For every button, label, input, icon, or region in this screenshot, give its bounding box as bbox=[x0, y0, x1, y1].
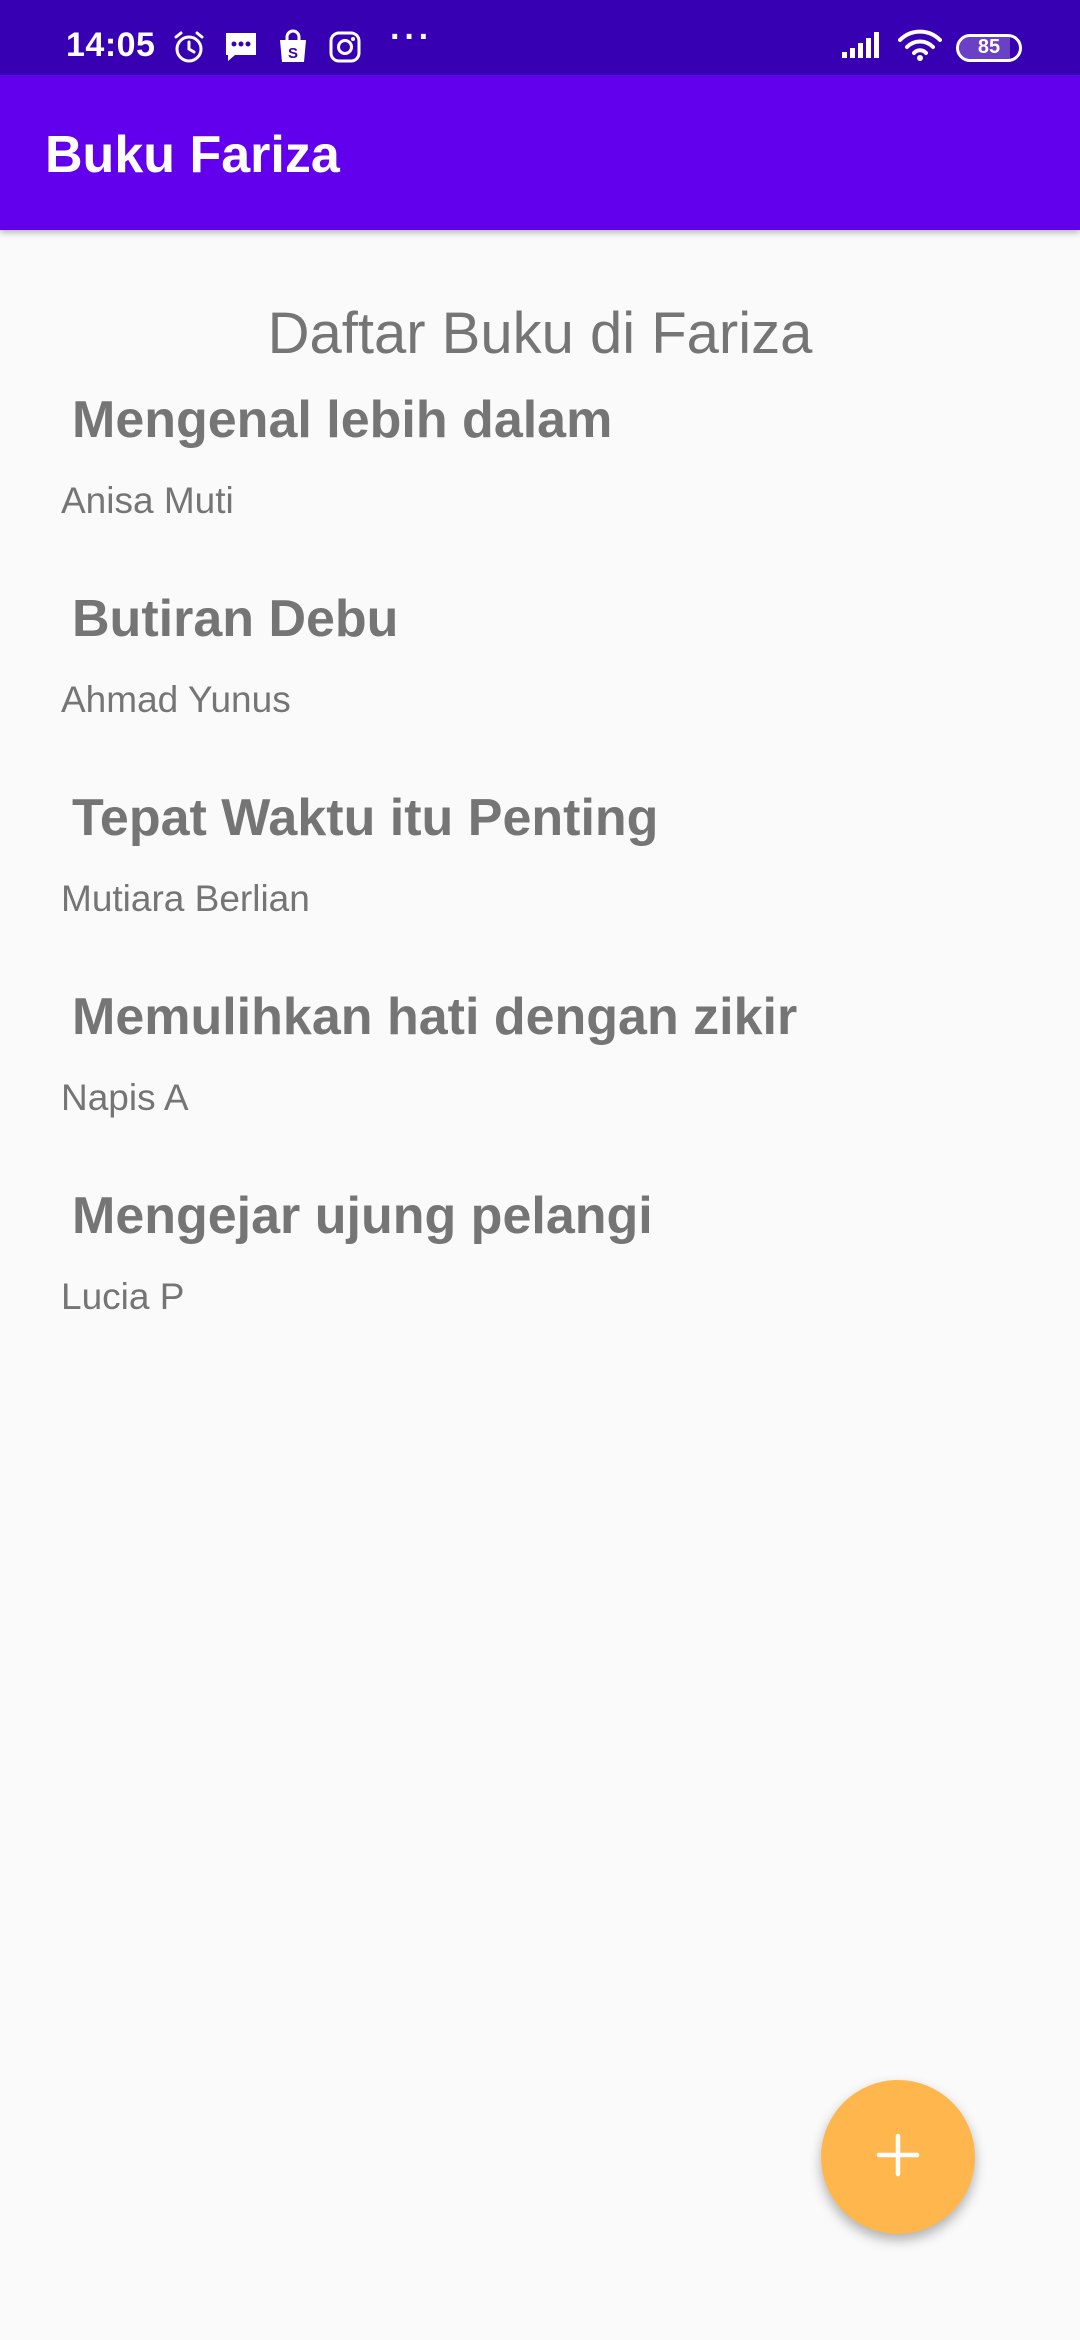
wifi-icon bbox=[898, 28, 942, 67]
book-author: Lucia P bbox=[61, 1276, 185, 1317]
plus-icon bbox=[875, 2132, 921, 2183]
book-title: Memulihkan hati dengan zikir bbox=[72, 988, 798, 1046]
notification-icons: S bbox=[170, 28, 364, 66]
book-title: Butiran Debu bbox=[72, 590, 399, 648]
battery-icon: 85 bbox=[956, 33, 1022, 62]
book-title: Tepat Waktu itu Penting bbox=[72, 789, 659, 847]
app-bar: Buku Fariza bbox=[0, 75, 1080, 230]
battery-level: 85 bbox=[977, 36, 1001, 59]
instagram-icon bbox=[326, 28, 364, 66]
book-title: Mengenal lebih dalam bbox=[72, 391, 613, 449]
page-heading: Daftar Buku di Fariza bbox=[267, 301, 813, 366]
more-notifications-icon: ··· bbox=[390, 18, 433, 56]
message-icon bbox=[222, 28, 260, 66]
alarm-icon bbox=[170, 28, 208, 66]
app-title: Buku Fariza bbox=[45, 126, 340, 184]
shopping-bag-icon: S bbox=[274, 28, 312, 66]
book-item[interactable]: Memulihkan hati dengan zikir Napis A bbox=[0, 987, 1080, 1186]
svg-text:S: S bbox=[288, 45, 298, 62]
book-author: Mutiara Berlian bbox=[61, 878, 310, 919]
book-author: Anisa Muti bbox=[61, 480, 234, 521]
book-item[interactable]: Tepat Waktu itu Penting Mutiara Berlian bbox=[0, 788, 1080, 987]
book-item[interactable]: Mengejar ujung pelangi Lucia P bbox=[0, 1186, 1080, 1385]
add-book-button[interactable] bbox=[821, 2080, 975, 2234]
signal-icon bbox=[840, 30, 884, 65]
status-bar: 14:05 S ··· 85 bbox=[0, 0, 1080, 75]
book-title: Mengejar ujung pelangi bbox=[72, 1187, 653, 1245]
book-item[interactable]: Mengenal lebih dalam Anisa Muti bbox=[0, 390, 1080, 589]
book-author: Ahmad Yunus bbox=[61, 679, 291, 720]
book-author: Napis A bbox=[61, 1077, 189, 1118]
status-time: 14:05 bbox=[66, 26, 156, 64]
book-list: Mengenal lebih dalam Anisa Muti Butiran … bbox=[0, 390, 1080, 1385]
system-icons: 85 bbox=[840, 28, 1022, 67]
book-item[interactable]: Butiran Debu Ahmad Yunus bbox=[0, 589, 1080, 788]
